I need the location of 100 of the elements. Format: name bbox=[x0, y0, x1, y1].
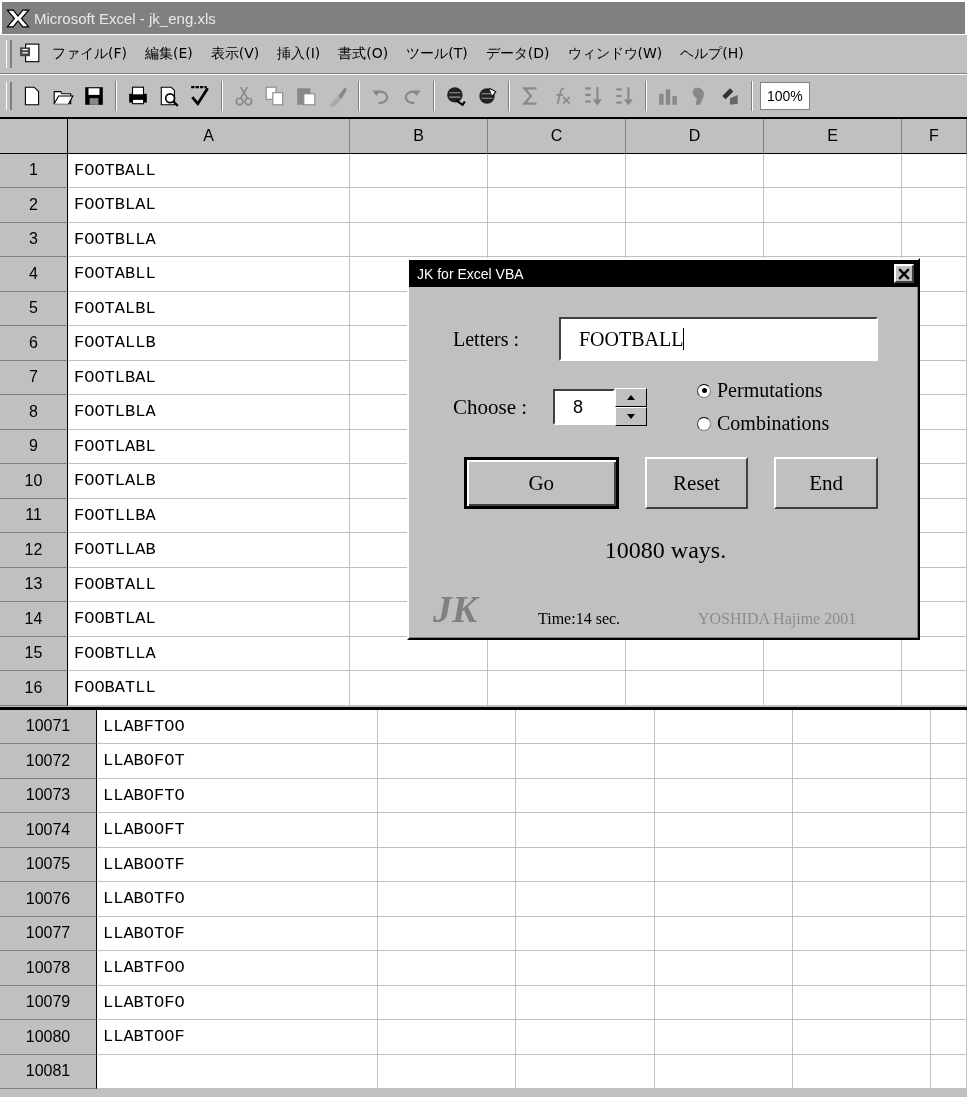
time-text: Time:14 sec. bbox=[538, 610, 622, 628]
table-cell: FOOTLALB bbox=[68, 464, 350, 499]
row-header[interactable]: 4 bbox=[0, 257, 68, 292]
row-header[interactable]: 10079 bbox=[0, 985, 97, 1020]
table-cell: FOOTBALL bbox=[68, 153, 350, 188]
dialog-title: JK for Excel VBA bbox=[417, 265, 524, 282]
empty-cell bbox=[902, 153, 967, 188]
table-cell: LLABFTOO bbox=[97, 709, 378, 744]
excel-icon bbox=[6, 8, 30, 28]
menu-item[interactable]: ヘルプ(H) bbox=[673, 45, 751, 63]
table-cell: FOOBATLL bbox=[68, 671, 350, 706]
table-cell: FOOTLBLA bbox=[68, 395, 350, 430]
row-header[interactable]: 9 bbox=[0, 429, 68, 464]
table-cell: FOOTALLB bbox=[68, 326, 350, 361]
logo-text: JK bbox=[433, 590, 481, 628]
choose-field[interactable]: 8 bbox=[553, 389, 615, 425]
empty-cell bbox=[931, 916, 967, 951]
empty-cell bbox=[931, 985, 967, 1020]
column-header[interactable]: D bbox=[626, 119, 764, 154]
row-header[interactable]: 10072 bbox=[0, 744, 97, 779]
table-cell: LLABOFOT bbox=[97, 744, 378, 779]
select-all-corner[interactable] bbox=[0, 119, 68, 154]
empty-cell bbox=[931, 882, 967, 917]
letters-field[interactable]: FOOTBALL bbox=[559, 317, 878, 361]
row-header[interactable]: 10076 bbox=[0, 882, 97, 917]
menu-item[interactable]: 編集(E) bbox=[138, 45, 200, 63]
menu-grip bbox=[6, 40, 12, 68]
table-cell: LLABOOTF bbox=[97, 847, 378, 882]
row-header[interactable]: 11 bbox=[0, 498, 68, 533]
zoom-field[interactable]: 100% bbox=[760, 82, 810, 110]
empty-cell bbox=[931, 847, 967, 882]
row-header[interactable]: 10081 bbox=[0, 1054, 97, 1089]
row-header[interactable]: 3 bbox=[0, 222, 68, 257]
row-header[interactable]: 13 bbox=[0, 567, 68, 602]
result-text: 10080 ways. bbox=[603, 537, 728, 564]
table-cell: LLABOOFT bbox=[97, 813, 378, 848]
menu-item[interactable]: ファイル(F) bbox=[45, 45, 134, 63]
column-header[interactable]: C bbox=[488, 119, 626, 154]
row-header[interactable]: 7 bbox=[0, 360, 68, 395]
empty-cell bbox=[931, 744, 967, 779]
radio-button[interactable] bbox=[697, 383, 711, 398]
table-cell: FOOBTLLA bbox=[68, 636, 350, 671]
dialog-button[interactable]: End bbox=[774, 457, 878, 509]
letters-label: Letters : bbox=[453, 327, 521, 351]
empty-cell bbox=[902, 188, 967, 223]
row-header[interactable]: 10071 bbox=[0, 709, 97, 744]
menu-item[interactable]: 書式(O) bbox=[331, 45, 396, 63]
row-header[interactable]: 15 bbox=[0, 636, 68, 671]
row-header[interactable]: 10075 bbox=[0, 847, 97, 882]
row-header[interactable]: 5 bbox=[0, 291, 68, 326]
menu-item[interactable]: 挿入(I) bbox=[270, 45, 328, 63]
table-cell: FOOTBLAL bbox=[68, 188, 350, 223]
table-cell: FOOBTALL bbox=[68, 567, 350, 602]
spin-buttons[interactable] bbox=[615, 388, 647, 426]
choose-label: Choose : bbox=[453, 394, 529, 420]
dialog-button[interactable]: Reset bbox=[644, 457, 749, 509]
table-cell: FOOTBLLA bbox=[68, 222, 350, 257]
menu-item[interactable]: データ(D) bbox=[478, 45, 557, 63]
table-cell: FOOTABLL bbox=[68, 257, 350, 292]
radio-button[interactable] bbox=[697, 416, 711, 431]
menu-item[interactable]: ウィンドウ(W) bbox=[560, 45, 670, 63]
row-header[interactable]: 10078 bbox=[0, 951, 97, 986]
table-cell: FOOTLLAB bbox=[68, 533, 350, 568]
table-cell: LLABOTFO bbox=[97, 882, 378, 917]
empty-cell bbox=[931, 778, 967, 813]
menu-item[interactable]: 表示(V) bbox=[203, 45, 267, 63]
row-header[interactable]: 10 bbox=[0, 464, 68, 499]
table-cell: LLABOTOF bbox=[97, 916, 378, 951]
row-header[interactable]: 10077 bbox=[0, 916, 97, 951]
row-header[interactable]: 8 bbox=[0, 395, 68, 430]
row-header[interactable]: 14 bbox=[0, 602, 68, 637]
table-cell: FOOTALBL bbox=[68, 291, 350, 326]
table-cell: FOOBTLAL bbox=[68, 602, 350, 637]
row-header[interactable]: 16 bbox=[0, 671, 68, 706]
close-button[interactable] bbox=[894, 264, 914, 283]
table-cell: FOOTLLBA bbox=[68, 498, 350, 533]
table-cell: LLABTOOF bbox=[97, 1020, 378, 1055]
column-header[interactable]: F bbox=[902, 119, 967, 154]
row-header[interactable]: 1 bbox=[0, 153, 68, 188]
row-header[interactable]: 2 bbox=[0, 188, 68, 223]
row-header[interactable]: 10073 bbox=[0, 778, 97, 813]
row-header[interactable]: 10080 bbox=[0, 1020, 97, 1055]
document-icon[interactable] bbox=[19, 43, 41, 65]
empty-cell bbox=[931, 951, 967, 986]
row-header[interactable]: 6 bbox=[0, 326, 68, 361]
radio-label[interactable]: Combinations bbox=[717, 412, 830, 435]
menu-item[interactable]: ツール(T) bbox=[399, 45, 475, 63]
window-title: Microsoft Excel - jk_eng.xls bbox=[34, 9, 216, 27]
radio-label[interactable]: Permutations bbox=[717, 379, 823, 402]
table-cell: LLABOFTO bbox=[97, 778, 378, 813]
empty-cell bbox=[931, 813, 967, 848]
toolbar-grip bbox=[6, 82, 12, 110]
column-header[interactable]: A bbox=[68, 119, 350, 154]
column-header[interactable]: E bbox=[764, 119, 902, 154]
table-cell: LLABTOFO bbox=[97, 985, 378, 1020]
row-header[interactable]: 10074 bbox=[0, 813, 97, 848]
row-header[interactable]: 12 bbox=[0, 533, 68, 568]
table-cell: LLABTFOO bbox=[97, 951, 378, 986]
dialog-button[interactable]: Go bbox=[464, 457, 619, 509]
column-header[interactable]: B bbox=[350, 119, 488, 154]
